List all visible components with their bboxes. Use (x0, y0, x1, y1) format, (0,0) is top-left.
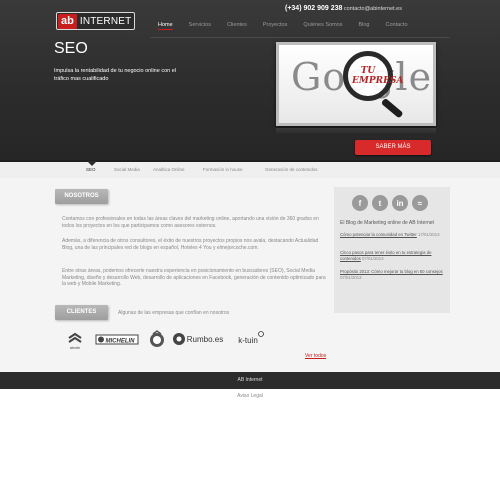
logo-wordmark: INTERNET (79, 15, 132, 27)
nosotros-tab: NOSOTROS (55, 189, 108, 204)
michelin-wordmark: MICHELIN (106, 339, 136, 345)
phone-number: (+34) 902 909 238 (285, 5, 343, 12)
nav-blog[interactable]: Blog (358, 22, 369, 30)
nav-contacto[interactable]: Contacto (385, 22, 407, 30)
blog-post-date: 07/01/2013 (340, 275, 362, 280)
site-logo[interactable]: ab INTERNET (56, 12, 135, 30)
active-indicator (87, 161, 97, 166)
rumbo-wordmark: Rumbo.es (187, 335, 223, 344)
hero-text: Impulsa la rentabilidad de tu negocio on… (54, 68, 176, 82)
email-link[interactable]: contacto@abinternet.es (344, 6, 402, 12)
citroen-logo[interactable]: citroën (62, 330, 88, 350)
hero-title: SEO (54, 40, 88, 57)
saber-mas-button[interactable]: SABER MÁS (355, 140, 431, 155)
rumbo-logo[interactable]: Rumbo.es (172, 330, 228, 348)
logo-ab-mark: ab (58, 13, 77, 29)
footer-bar: AB Internet (0, 372, 500, 389)
hero-billboard-image: Google TU EMPRESA (272, 42, 440, 134)
blog-post-title[interactable]: Cinco pasos para tener éxito en tu estra… (340, 250, 432, 261)
nav-divider (150, 37, 450, 38)
michelin-logo[interactable]: MICHELIN (95, 330, 139, 348)
blog-post-1[interactable]: Cómo potenciar la comunidad en Twitter 1… (340, 232, 446, 238)
blog-post-title[interactable]: Cómo potenciar la comunidad en Twitter (340, 232, 417, 237)
service-subnav: SEO Social Media Analítica Online Formac… (0, 161, 500, 178)
nav-quienes-somos[interactable]: Quiénes Somos (303, 22, 342, 30)
nav-proyectos[interactable]: Proyectos (263, 22, 287, 30)
billboard-reflection (276, 128, 436, 134)
magnifier-icon: TU EMPRESA (343, 51, 404, 101)
blog-sidebar: f t in ≈ El Blog de Marketing online de … (334, 187, 450, 313)
blog-title: El Blog de Marketing online de AB Intern… (340, 220, 434, 226)
facebook-icon[interactable]: f (352, 195, 368, 211)
blog-post-date: 07/01/2013 (362, 256, 384, 261)
nosotros-paragraph-3: Entre otras áreas, podemos ofrecerle nue… (62, 268, 326, 287)
header-contact: (+34) 902 909 238 contacto@abinternet.es (285, 5, 402, 12)
blog-post-2[interactable]: Cinco pasos para tener éxito en tu estra… (340, 250, 446, 262)
blog-post-3[interactable]: Propósito 2013: Cómo mejorar tu blog en … (340, 269, 446, 281)
clientes-label: Algunas de las empresas que confían en n… (118, 310, 230, 316)
ver-todos-link[interactable]: Ver todos (305, 353, 326, 359)
nav-clientes[interactable]: Clientes (227, 22, 247, 30)
subnav-social-media[interactable]: Social Media (114, 167, 140, 172)
blog-post-title[interactable]: Propósito 2013: Cómo mejorar tu blog en … (340, 269, 443, 274)
blog-post-date: 17/01/2013 (418, 232, 440, 237)
nav-home[interactable]: Home (158, 22, 173, 30)
main-nav: Home Servicios Clientes Proyectos Quiéne… (152, 22, 408, 30)
billboard-board: Google TU EMPRESA (276, 42, 436, 126)
clientes-tab: CLIENTES (55, 305, 108, 320)
subnav-seo[interactable]: SEO (86, 167, 96, 172)
twitter-icon[interactable]: t (372, 195, 388, 211)
nosotros-paragraph-1: Contamos con profesionales en todas las … (62, 216, 319, 229)
nosotros-paragraph-2: Además, a diferencia de otros consultore… (62, 238, 319, 251)
hero-header: ab INTERNET (+34) 902 909 238 contacto@a… (0, 0, 500, 162)
nav-servicios[interactable]: Servicios (189, 22, 211, 30)
subnav-analitica[interactable]: Analítica Online (153, 167, 185, 172)
footer-brand: AB Internet (237, 377, 263, 383)
linkedin-icon[interactable]: in (392, 195, 408, 211)
cerveza-logo[interactable] (147, 330, 167, 350)
citroen-wordmark: citroën (70, 346, 81, 350)
rss-icon[interactable]: ≈ (412, 195, 428, 211)
subnav-generacion-contenidos[interactable]: Generación de contenidos (265, 167, 318, 172)
aviso-legal-link[interactable]: Aviso Legal (0, 393, 500, 399)
ktuin-wordmark: k-tuin (238, 336, 258, 345)
subnav-formacion[interactable]: Formación in house (203, 167, 243, 172)
ktuin-logo[interactable]: k-tuin (234, 330, 266, 348)
magnifier-handle (380, 97, 404, 119)
lens-text: TU EMPRESA (352, 66, 404, 86)
